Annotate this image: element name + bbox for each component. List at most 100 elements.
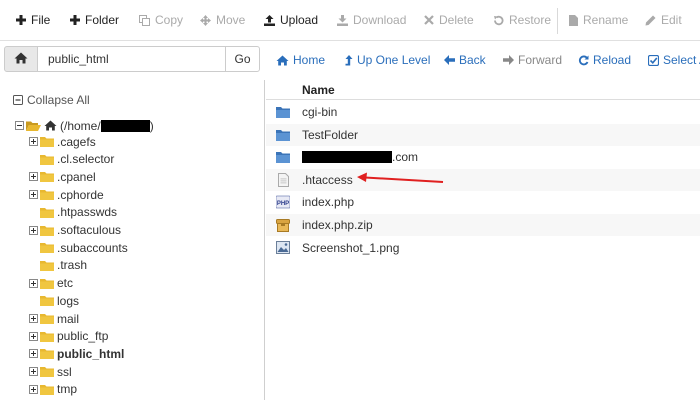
file-name-text: Screenshot_1.png	[302, 240, 400, 255]
new-folder-label: Folder	[85, 13, 120, 27]
tree-item[interactable]: .cagefs	[28, 133, 96, 150]
select-all-button[interactable]: Select A	[648, 41, 700, 79]
tree-item[interactable]: mail	[28, 310, 79, 327]
forward-button[interactable]: Forward	[503, 41, 562, 79]
up-one-level-button[interactable]: Up One Level	[345, 41, 430, 79]
reload-label: Reload	[593, 53, 632, 67]
new-file-button[interactable]: File	[16, 0, 50, 40]
expand-toggle-icon[interactable]	[28, 137, 38, 147]
close-icon	[424, 15, 434, 25]
tree-item[interactable]: .softaculous	[28, 222, 121, 239]
file-row[interactable]: PHP index.php	[266, 191, 700, 213]
tree-item[interactable]: logs	[28, 292, 79, 309]
tree-item[interactable]: .htpasswds	[28, 204, 117, 221]
restore-label: Restore	[509, 13, 552, 27]
file-row[interactable]: index.php.zip	[266, 214, 700, 236]
refresh-icon	[578, 55, 589, 66]
expand-toggle-icon[interactable]	[28, 314, 38, 324]
up-one-level-label: Up One Level	[357, 53, 431, 67]
edit-label: Edit	[661, 13, 682, 27]
path-bar: Go	[0, 41, 265, 79]
tree-root-label-end: )	[149, 118, 154, 133]
tree-item[interactable]: public_ftp	[28, 328, 108, 345]
restore-button[interactable]: Restore	[493, 0, 551, 40]
expand-toggle-icon[interactable]	[28, 225, 38, 235]
upload-button[interactable]: Upload	[264, 0, 318, 40]
pencil-icon	[645, 15, 656, 26]
text-file-icon	[276, 172, 290, 187]
file-row[interactable]: cgi-bin	[266, 101, 700, 123]
path-input[interactable]	[38, 46, 226, 72]
tree-item-label: tmp	[57, 382, 78, 397]
tree-item[interactable]: public_html	[28, 345, 124, 362]
tree-item-label: .trash	[57, 258, 88, 273]
tree-item-label: .softaculous	[57, 223, 122, 237]
move-arrows-icon	[200, 14, 211, 26]
toolbar: File Folder Copy Move Upload Download De…	[0, 0, 700, 41]
tree-item-label: etc	[57, 276, 74, 291]
file-row[interactable]: Screenshot_1.png	[266, 237, 700, 259]
expand-toggle-icon[interactable]	[28, 331, 38, 341]
go-button[interactable]: Go	[225, 46, 260, 72]
edit-button[interactable]: Edit	[645, 0, 682, 40]
folder-icon	[40, 242, 54, 254]
file-row[interactable]: TestFolder	[266, 123, 700, 146]
php-file-icon: PHP	[276, 195, 290, 209]
tree-item-label: .htpasswds	[57, 205, 118, 220]
tree-item[interactable]: .cl.selector	[28, 151, 114, 168]
tree-item-label: public_ftp	[57, 329, 109, 344]
folder-icon	[40, 260, 54, 271]
navigation-bar: Home Up One Level Back Forward Reload Se…	[266, 41, 700, 79]
folder-icon	[40, 348, 54, 360]
tree-item-label: .cagefs	[57, 134, 96, 149]
folder-icon	[276, 150, 290, 164]
folder-icon	[276, 105, 290, 119]
rename-button[interactable]: Rename	[569, 0, 628, 40]
expand-toggle-icon[interactable]	[28, 367, 38, 377]
delete-button[interactable]: Delete	[424, 0, 474, 40]
tree-item[interactable]: tmp	[28, 381, 77, 398]
upload-icon	[264, 14, 275, 26]
tree-item-label: public_html	[57, 346, 125, 361]
expand-toggle-icon[interactable]	[28, 190, 38, 200]
svg-text:PHP: PHP	[277, 201, 289, 207]
expand-toggle-icon[interactable]	[28, 278, 38, 288]
back-button[interactable]: Back	[444, 41, 486, 79]
upload-label: Upload	[280, 13, 319, 27]
tree-item[interactable]: ssl	[28, 363, 72, 380]
expand-toggle-icon[interactable]	[28, 384, 38, 394]
home-directory-button[interactable]	[4, 46, 38, 72]
collapse-all-link[interactable]: Collapse All	[13, 93, 90, 107]
new-folder-button[interactable]: Folder	[70, 0, 119, 40]
nav-home-button[interactable]: Home	[276, 41, 325, 79]
tree-item[interactable]: .cpanel	[28, 168, 96, 185]
tree-item-label: mail	[57, 311, 80, 326]
file-name: index.php.zip	[302, 218, 373, 232]
reload-button[interactable]: Reload	[578, 41, 631, 79]
tree-item[interactable]: .cphorde	[28, 186, 104, 203]
expand-toggle-icon[interactable]	[28, 172, 38, 182]
tree-item-label: .cphorde	[57, 187, 104, 202]
folder-icon	[40, 225, 54, 236]
select-all-label: Select A	[663, 53, 700, 67]
name-column-header[interactable]: Name	[302, 83, 335, 97]
tree-item[interactable]: .trash	[28, 257, 87, 274]
open-folder-icon	[26, 120, 41, 132]
tree-item[interactable]: etc	[28, 275, 73, 292]
file-list: Name cgi-bin TestFolder .com .htaccess PHP in…	[266, 80, 700, 400]
file-row[interactable]: .com	[266, 146, 700, 168]
folder-icon	[40, 295, 54, 307]
file-row[interactable]: .htaccess	[266, 168, 700, 191]
tree-item[interactable]: .subaccounts	[28, 239, 128, 256]
move-button[interactable]: Move	[200, 0, 245, 40]
tree-root-home[interactable]: (/home/ )	[14, 117, 154, 134]
copy-button[interactable]: Copy	[139, 0, 183, 40]
expand-toggle-icon[interactable]	[28, 349, 38, 359]
download-button[interactable]: Download	[337, 0, 406, 40]
tree-item-label: .subaccounts	[57, 240, 128, 255]
redacted-domain	[302, 151, 392, 164]
file-name: index.php	[302, 195, 354, 209]
